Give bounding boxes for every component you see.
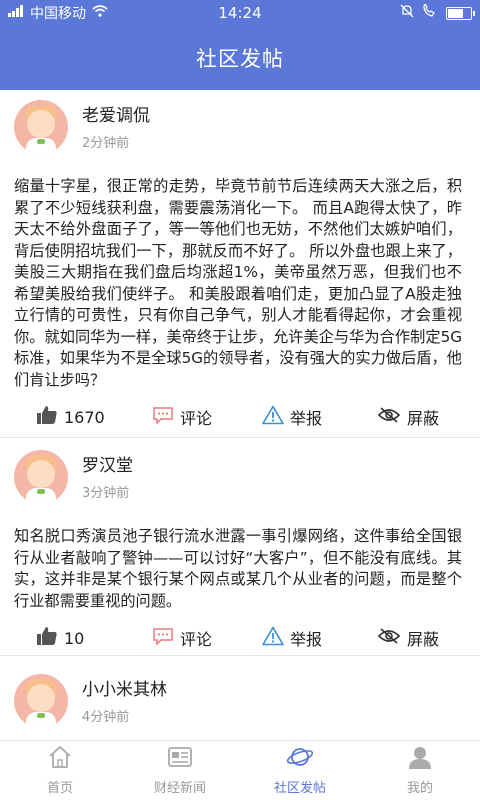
report-label: 举报	[290, 409, 323, 428]
tab-home[interactable]: 首页	[0, 741, 120, 800]
avatar[interactable]	[14, 100, 68, 154]
status-bar: 中国移动 14:24	[0, 0, 480, 26]
hide-button[interactable]: 屏蔽	[359, 405, 462, 429]
post-time: 3分钟前	[82, 485, 130, 501]
comment-label: 评论	[180, 630, 213, 649]
post-author[interactable]: 罗汉堂	[82, 454, 133, 478]
post-item[interactable]: 小小米其林 4分钟前	[0, 656, 480, 740]
comment-icon	[152, 406, 174, 428]
like-count: 1670	[64, 407, 105, 427]
post-item[interactable]: 老爱调侃 2分钟前 缩量十字星，很正常的走势，毕竟节前节后连续两天大涨之后，积累…	[0, 90, 480, 438]
carrier-label: 中国移动	[30, 6, 86, 22]
home-icon	[47, 745, 73, 773]
post-time: 2分钟前	[82, 135, 130, 151]
report-label: 举报	[290, 630, 323, 649]
status-time: 14:24	[218, 4, 262, 22]
report-button[interactable]: 举报	[244, 405, 359, 429]
thumbs-up-icon	[36, 405, 58, 429]
battery-icon	[446, 6, 476, 20]
wifi-icon	[92, 5, 108, 21]
report-button[interactable]: 举报	[244, 626, 359, 650]
like-count: 10	[64, 628, 85, 648]
planet-icon	[286, 745, 314, 773]
comment-button[interactable]: 评论	[134, 626, 244, 650]
mute-bell-icon	[400, 4, 414, 22]
tab-community[interactable]: 社区发帖	[240, 741, 360, 800]
avatar[interactable]	[14, 450, 68, 504]
eye-slash-icon	[377, 627, 401, 649]
like-button[interactable]: 1670	[14, 405, 134, 429]
post-actions: 1670 评论 举报 屏蔽	[14, 391, 462, 443]
tab-label: 社区发帖	[273, 781, 326, 796]
avatar[interactable]	[14, 674, 68, 728]
warning-icon	[262, 626, 284, 650]
tab-label: 我的	[406, 781, 433, 796]
tab-profile[interactable]: 我的	[360, 741, 480, 800]
post-item[interactable]: 罗汉堂 3分钟前 知名脱口秀演员池子银行流水泄露一事引爆网络，这件事给全国银行从…	[0, 438, 480, 656]
bottom-tab-bar: 首页 财经新闻 社区发帖 我的	[0, 740, 480, 800]
hide-label: 屏蔽	[407, 409, 440, 428]
comment-label: 评论	[180, 409, 213, 428]
thumbs-up-icon	[36, 626, 58, 650]
like-button[interactable]: 10	[14, 626, 134, 650]
call-icon	[422, 2, 438, 22]
post-time: 4分钟前	[82, 709, 130, 725]
comment-button[interactable]: 评论	[134, 405, 244, 429]
signal-icon	[8, 5, 24, 21]
post-feed[interactable]: 老爱调侃 2分钟前 缩量十字星，很正常的走势，毕竟节前节后连续两天大涨之后，积累…	[0, 90, 480, 740]
tab-label: 财经新闻	[153, 781, 206, 796]
hide-button[interactable]: 屏蔽	[359, 626, 462, 650]
comment-icon	[152, 627, 174, 649]
post-author[interactable]: 小小米其林	[82, 678, 167, 702]
news-icon	[167, 745, 193, 773]
post-content[interactable]: 知名脱口秀演员池子银行流水泄露一事引爆网络，这件事给全国银行从业者敲响了警钟——…	[14, 526, 462, 612]
warning-icon	[262, 405, 284, 429]
tab-news[interactable]: 财经新闻	[120, 741, 240, 800]
eye-slash-icon	[377, 406, 401, 428]
post-author[interactable]: 老爱调侃	[82, 104, 150, 128]
user-icon	[407, 745, 433, 773]
post-content[interactable]: 缩量十字星，很正常的走势，毕竟节前节后连续两天大涨之后，积累了不少短线获利盘，需…	[14, 176, 462, 391]
page-title: 社区发帖	[0, 26, 480, 90]
tab-label: 首页	[46, 781, 73, 796]
hide-label: 屏蔽	[407, 630, 440, 649]
